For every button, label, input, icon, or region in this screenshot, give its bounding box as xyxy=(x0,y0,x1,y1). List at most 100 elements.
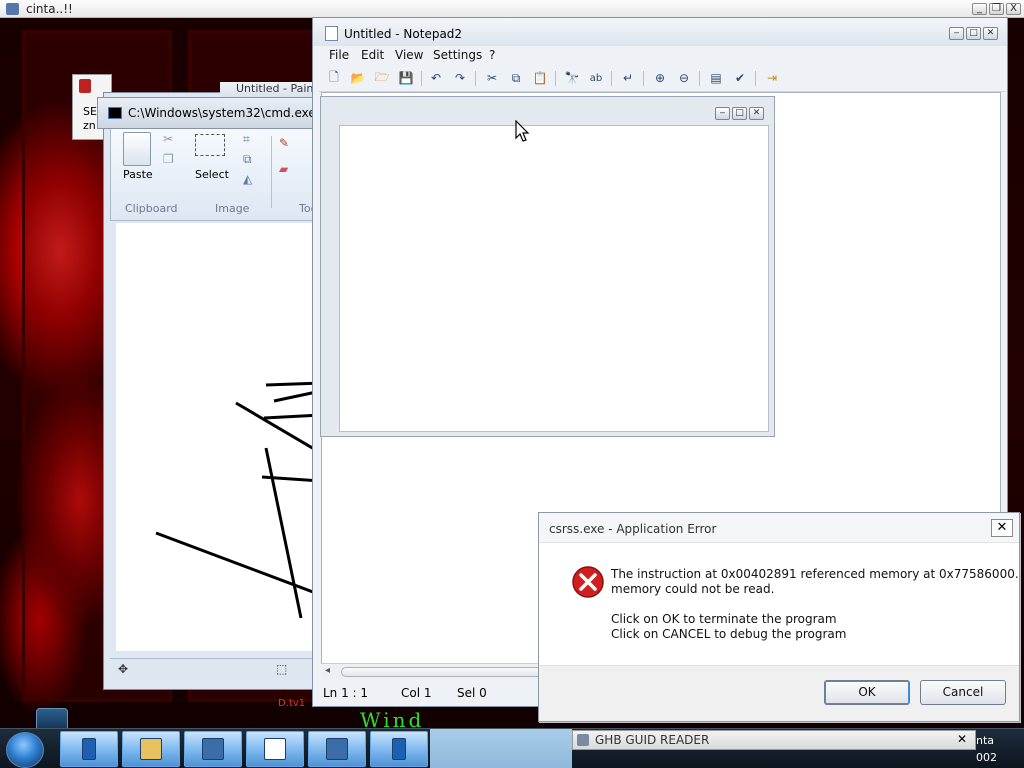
taskbar-item-folder[interactable] xyxy=(122,731,180,767)
toolbar-separator xyxy=(555,71,556,86)
ghb-window-title: GHB GUID READER xyxy=(595,733,710,747)
status-selection: Sel 0 xyxy=(457,686,487,700)
scroll-left-icon[interactable]: ◂ xyxy=(325,665,330,676)
ghb-guid-reader-window[interactable]: GHB GUID READER ✕ xyxy=(572,730,976,750)
status-column: Col 1 xyxy=(401,686,432,700)
maximize-button[interactable]: □ xyxy=(732,107,747,120)
error-dialog-titlebar[interactable]: csrss.exe - Application Error ✕ xyxy=(539,513,1019,543)
horizontal-scrollbar[interactable]: ◂ xyxy=(321,663,551,679)
clock-line2: 002 xyxy=(976,751,997,764)
taskbar-item-calculator[interactable] xyxy=(184,731,242,767)
folder-icon xyxy=(140,738,162,760)
paste-button[interactable]: Paste xyxy=(123,168,153,181)
app-icon xyxy=(79,79,91,93)
error-instruction-cancel: Click on CANCEL to debug the program xyxy=(611,627,847,641)
menu-settings[interactable]: Settings xyxy=(433,48,482,62)
taskbar-item-phone[interactable] xyxy=(60,731,118,767)
notepad-titlebar[interactable]: Untitled - Notepad2 ‒ □ ✕ xyxy=(313,18,1007,46)
zoom-out-icon[interactable]: ⊖ xyxy=(675,70,693,86)
cut-icon[interactable]: ✂ xyxy=(163,132,173,146)
error-dialog-title: csrss.exe - Application Error xyxy=(549,522,717,536)
paint-window[interactable]: Paste ✂ ❐ Select ⌗ ⧉ ◭ ✎ ▰ Clipboard Ima… xyxy=(103,92,320,690)
floating-window-client[interactable] xyxy=(339,125,769,432)
menu-help[interactable]: ? xyxy=(489,48,495,62)
close-button[interactable]: ✕ xyxy=(957,732,967,746)
paint-ribbon: Paste ✂ ❐ Select ⌗ ⧉ ◭ ✎ ▰ Clipboard Ima… xyxy=(110,125,320,221)
error-message-line2: memory could not be read. xyxy=(611,582,775,596)
undo-icon[interactable]: ↶ xyxy=(427,70,445,86)
select-button[interactable]: Select xyxy=(195,168,229,181)
calculator-icon xyxy=(202,738,224,760)
maximize-button[interactable]: ❐ xyxy=(989,3,1004,15)
top-window-bar: cinta..!! _ ❐ X xyxy=(0,0,1024,18)
toolbar-separator xyxy=(755,71,756,86)
new-file-icon[interactable]: 🗋 xyxy=(325,70,343,86)
error-icon xyxy=(572,566,604,598)
taskbar-clock[interactable]: nta 002 xyxy=(976,734,1024,764)
error-dialog-body: The instruction at 0x00402891 referenced… xyxy=(539,543,1024,665)
close-button[interactable]: ✕ xyxy=(749,107,764,120)
taskbar-item-phone-2[interactable] xyxy=(370,731,428,767)
notepad-menubar: File Edit View Settings ? xyxy=(319,46,1005,66)
app-icon xyxy=(6,3,19,15)
copy-icon[interactable]: ⧉ xyxy=(507,70,525,86)
maximize-button[interactable]: □ xyxy=(966,27,981,40)
notepad-toolbar: 🗋 📂 🗁 💾 ↶ ↷ ✂ ⧉ 📋 🔭 ab ↵ ⊕ ⊖ ▤ ✔ ⇥ xyxy=(319,66,1005,92)
error-dialog[interactable]: csrss.exe - Application Error ✕ The inst… xyxy=(538,512,1024,722)
start-button[interactable] xyxy=(6,732,44,768)
schemes-icon[interactable]: ▤ xyxy=(707,70,725,86)
select-icon[interactable] xyxy=(195,134,225,156)
menu-file[interactable]: File xyxy=(329,48,349,62)
cmd-window-titlebar[interactable]: C:\Windows\system32\cmd.exe xyxy=(97,97,317,129)
paste-icon[interactable]: 📋 xyxy=(531,70,549,86)
replace-icon[interactable]: ab xyxy=(587,70,605,86)
redo-icon[interactable]: ↷ xyxy=(451,70,469,86)
customize-icon[interactable]: ✔ xyxy=(731,70,749,86)
cut-icon[interactable]: ✂ xyxy=(483,70,501,86)
error-instruction-ok: Click on OK to terminate the program xyxy=(611,612,837,626)
close-button[interactable]: ✕ xyxy=(991,519,1013,537)
save-icon[interactable]: 💾 xyxy=(397,70,415,86)
crop-icon[interactable]: ⌗ xyxy=(243,132,250,147)
resize-icon[interactable]: ⧉ xyxy=(243,152,252,167)
taskbar-item-calculator-2[interactable] xyxy=(308,731,366,767)
clipboard-group-label: Clipboard xyxy=(125,202,178,215)
rotate-icon[interactable]: ◭ xyxy=(243,172,252,186)
scroll-thumb[interactable] xyxy=(341,667,547,677)
eraser-icon[interactable]: ▰ xyxy=(279,162,288,176)
image-group-label: Image xyxy=(215,202,250,215)
status-line: Ln 1 : 1 xyxy=(323,686,369,700)
window-text: SE xyxy=(83,105,97,118)
copy-icon[interactable]: ❐ xyxy=(163,152,174,166)
paint-canvas[interactable] xyxy=(116,223,319,651)
ok-button[interactable]: OK xyxy=(824,680,910,705)
menu-edit[interactable]: Edit xyxy=(361,48,384,62)
minimize-button[interactable]: ‒ xyxy=(715,107,730,120)
selection-size-icon: ⬚ xyxy=(276,662,288,676)
open-file-icon[interactable]: 📂 xyxy=(349,70,367,86)
close-button[interactable]: ✕ xyxy=(983,27,998,40)
move-icon: ✥ xyxy=(118,662,129,676)
cancel-button[interactable]: Cancel xyxy=(920,680,1006,705)
zoom-in-icon[interactable]: ⊕ xyxy=(651,70,669,86)
close-button[interactable]: X xyxy=(1006,3,1021,15)
clock-line1: nta xyxy=(976,734,995,747)
toolbar-separator xyxy=(421,71,422,86)
exit-icon[interactable]: ⇥ xyxy=(763,70,781,86)
taskbar-item-window[interactable] xyxy=(246,731,304,767)
ribbon-divider xyxy=(271,136,272,208)
phone-icon xyxy=(392,738,406,760)
toolbar-separator xyxy=(611,71,612,86)
clipboard-icon[interactable] xyxy=(123,132,151,166)
word-wrap-icon[interactable]: ↵ xyxy=(619,70,637,86)
window-text: zn xyxy=(83,119,96,132)
minimize-button[interactable]: _ xyxy=(972,3,987,15)
phone-icon xyxy=(82,738,96,760)
find-icon[interactable]: 🔭 xyxy=(563,70,581,86)
floating-window[interactable]: ‒ □ ✕ xyxy=(320,96,775,437)
pencil-icon[interactable]: ✎ xyxy=(279,136,289,150)
minimize-button[interactable]: ‒ xyxy=(949,27,964,40)
menu-view[interactable]: View xyxy=(395,48,423,62)
browse-icon[interactable]: 🗁 xyxy=(373,70,391,86)
app-icon xyxy=(577,734,589,746)
